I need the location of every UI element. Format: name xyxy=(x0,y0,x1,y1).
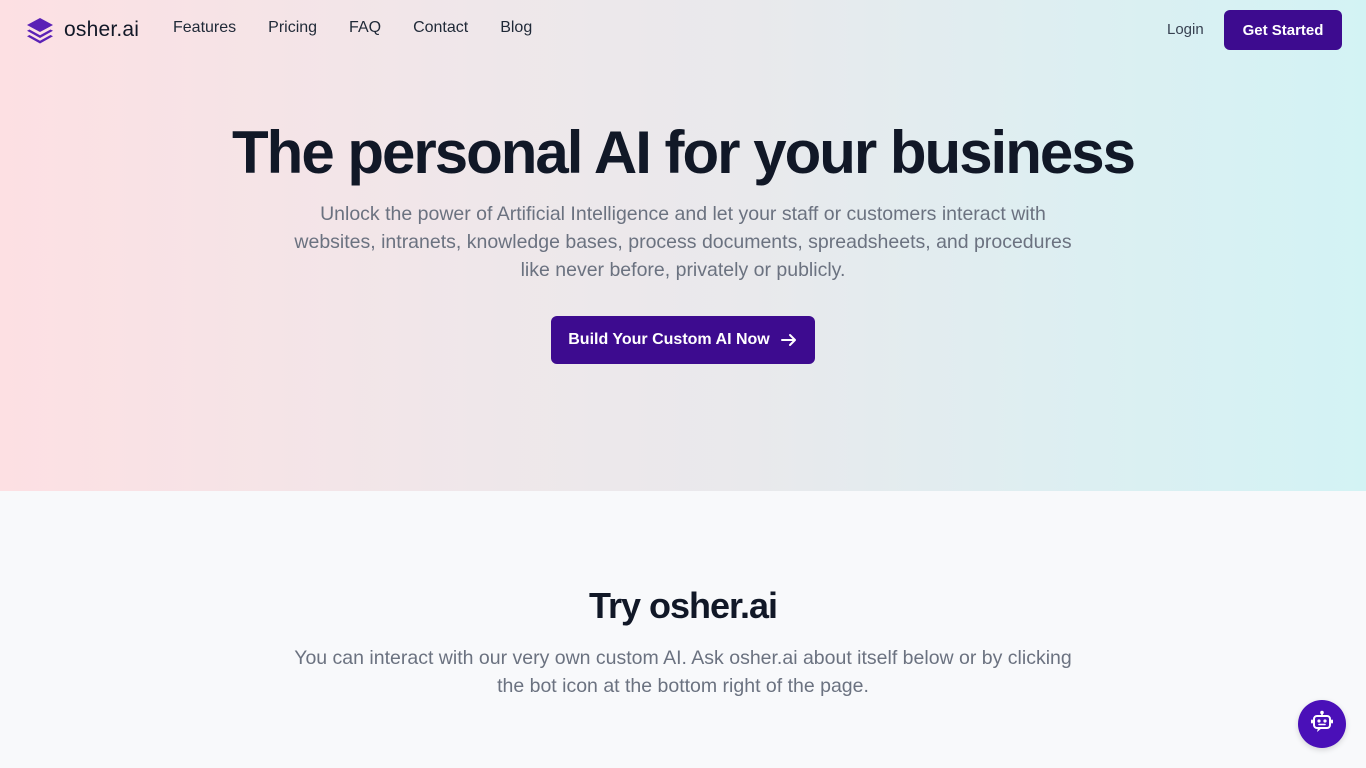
brand-logo-link[interactable]: osher.ai xyxy=(25,14,139,46)
get-started-button[interactable]: Get Started xyxy=(1224,10,1342,50)
cta-label: Build Your Custom AI Now xyxy=(568,331,770,348)
nav-link-features[interactable]: Features xyxy=(173,19,236,37)
hero-title: The personal AI for your business xyxy=(232,119,1136,186)
top-navigation: osher.ai Features Pricing FAQ Contact Bl… xyxy=(0,0,1366,60)
arrow-right-icon xyxy=(780,331,798,349)
nav-link-faq[interactable]: FAQ xyxy=(349,19,381,37)
robot-chat-icon xyxy=(1309,709,1335,740)
build-custom-ai-button[interactable]: Build Your Custom AI Now xyxy=(551,316,815,364)
try-section-subtitle: You can interact with our very own custo… xyxy=(294,647,1072,697)
login-link[interactable]: Login xyxy=(1167,21,1204,38)
chat-bot-button[interactable] xyxy=(1298,700,1346,748)
try-section-title: Try osher.ai xyxy=(588,585,778,626)
hero-section: osher.ai Features Pricing FAQ Contact Bl… xyxy=(0,0,1366,491)
layers-icon xyxy=(25,15,55,45)
nav-links: Features Pricing FAQ Contact Blog xyxy=(173,19,564,37)
nav-link-contact[interactable]: Contact xyxy=(413,19,468,37)
brand-name: osher.ai xyxy=(64,18,140,41)
nav-link-pricing[interactable]: Pricing xyxy=(268,19,317,37)
nav-link-blog[interactable]: Blog xyxy=(500,19,532,37)
hero-subtitle: Unlock the power of Artificial Intellige… xyxy=(294,203,1072,281)
